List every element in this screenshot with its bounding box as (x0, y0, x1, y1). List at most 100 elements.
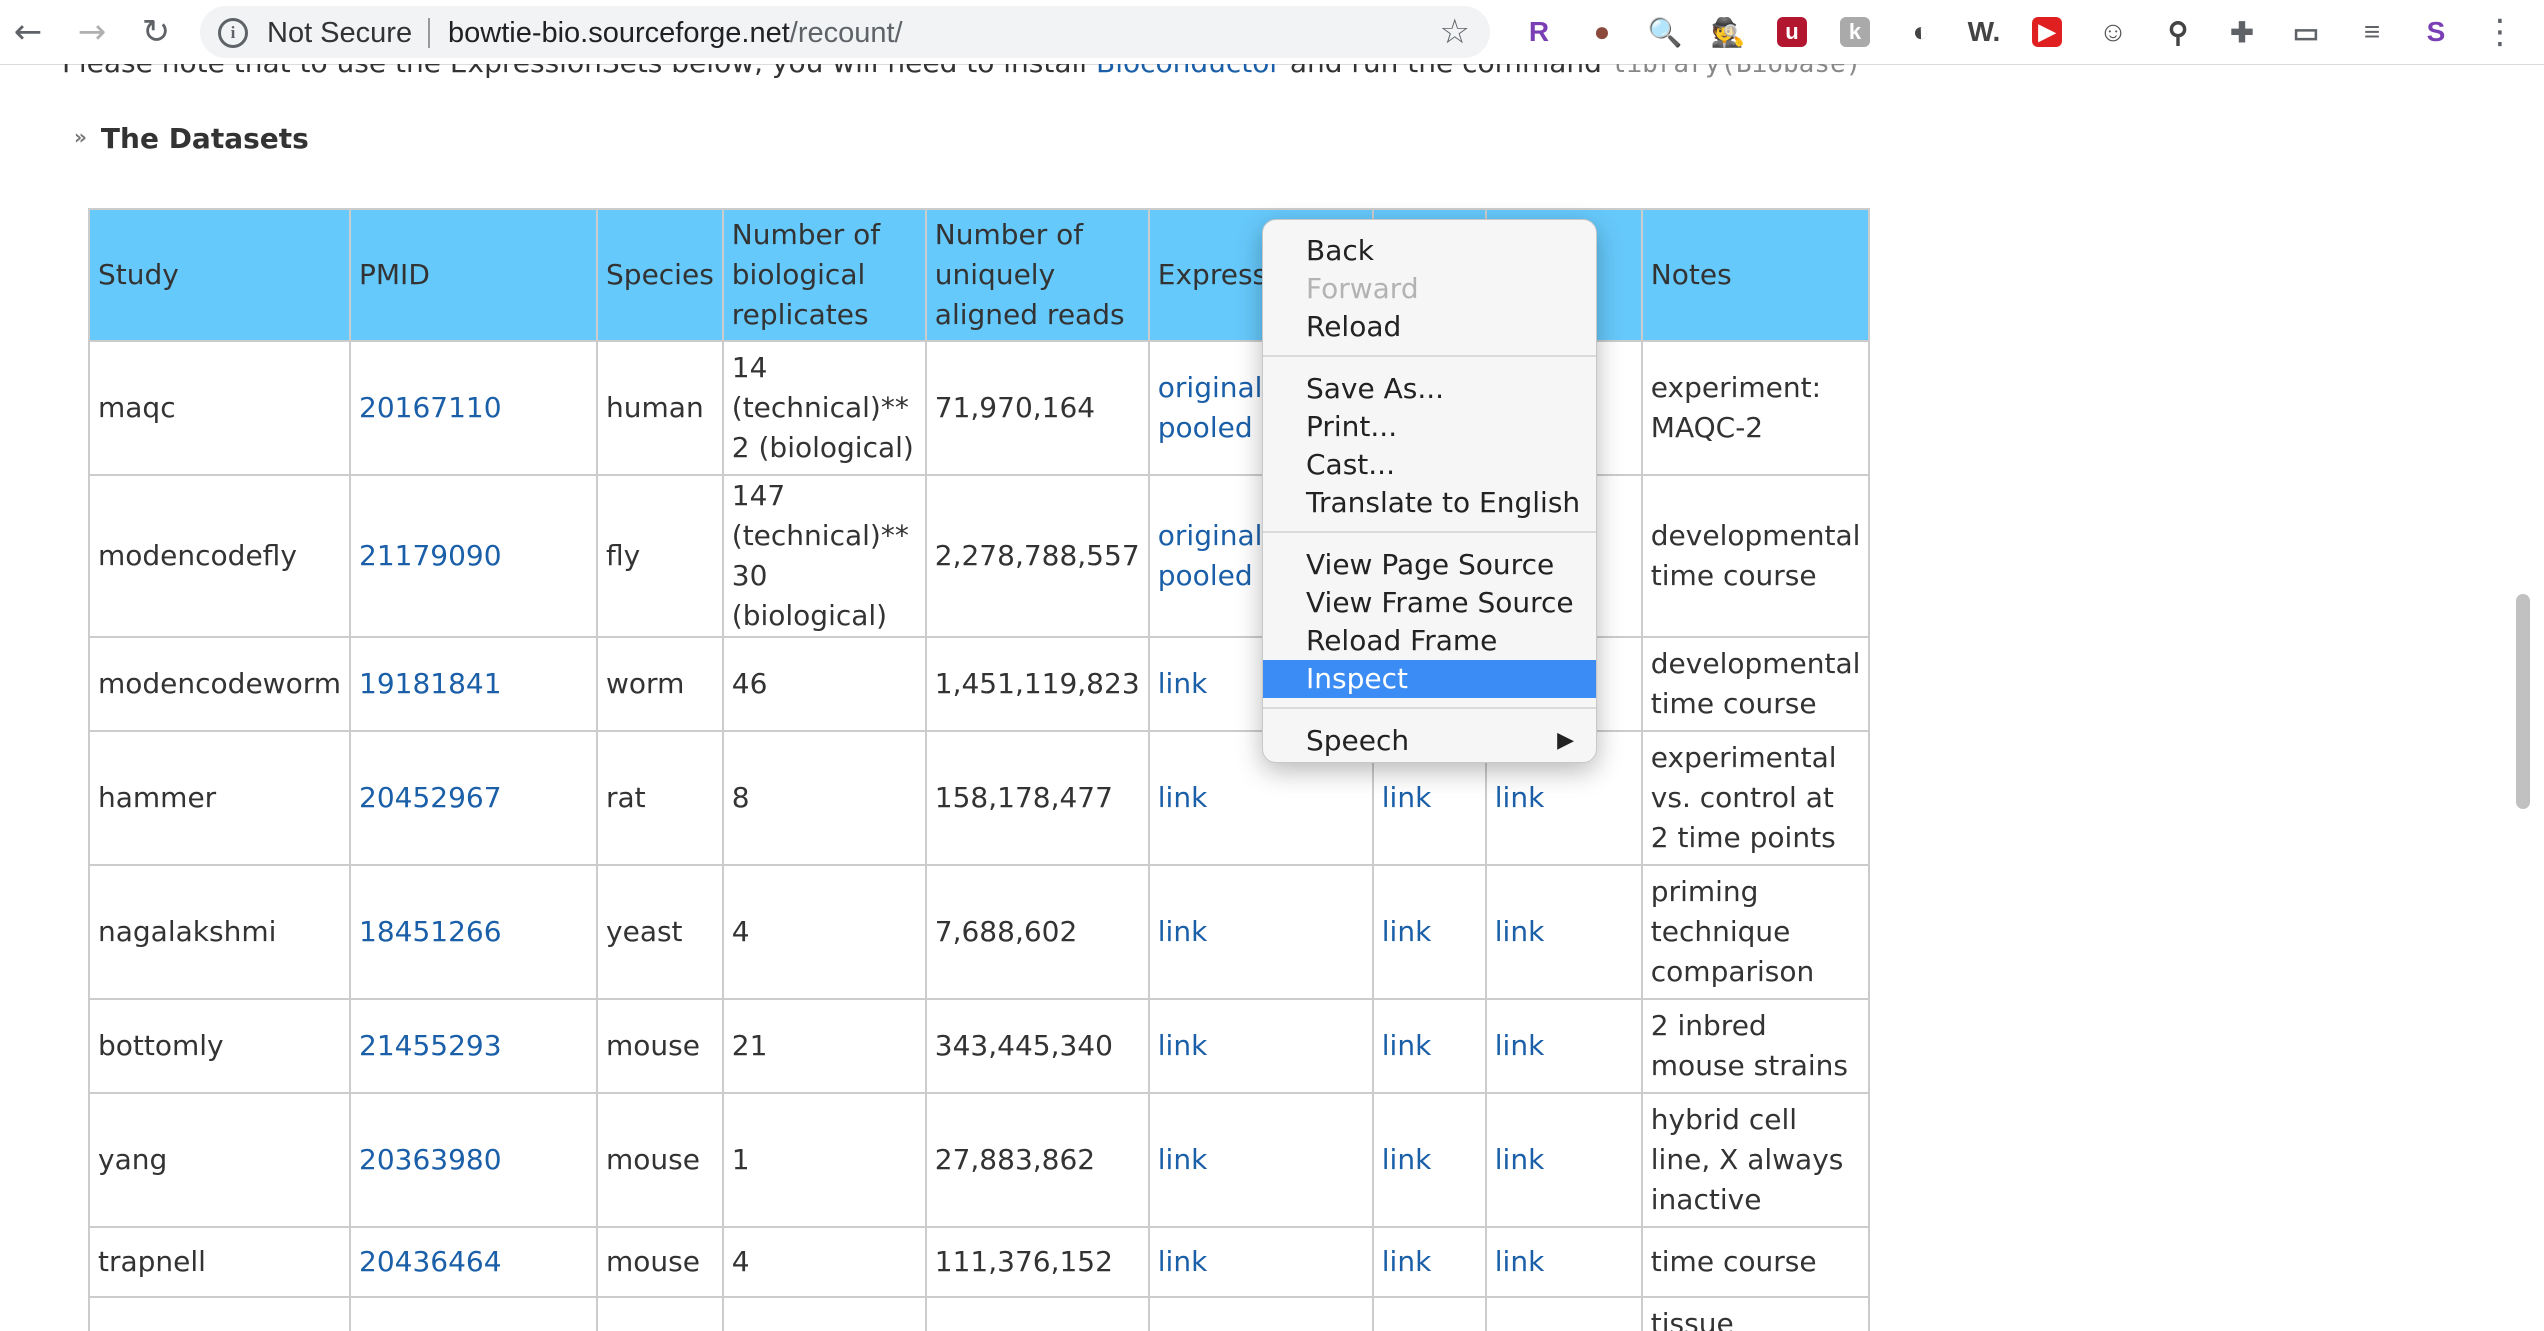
cell-species: mouse (596, 1092, 724, 1228)
youtube-extension-icon[interactable]: ▶ (2032, 17, 2062, 47)
menu-separator (1263, 355, 1596, 357)
back-button[interactable]: ← (4, 8, 52, 56)
info-icon[interactable]: i (218, 18, 248, 48)
expression-link[interactable]: link (1158, 1143, 1208, 1176)
datasets-table: Study PMID Species Number of biological … (87, 208, 1871, 1331)
header-replicates: Number of biological replicates (721, 208, 927, 342)
table-row: nagalakshmi 18451266 yeast 4 7,688,602 link li… (87, 864, 1871, 1000)
pmid-link[interactable]: 18451266 (359, 915, 502, 948)
data-link-b[interactable]: link (1495, 1143, 1545, 1176)
media-queue-icon[interactable]: ≡ (2354, 14, 2390, 50)
menu-item-label: Cast... (1306, 448, 1395, 481)
wikipedia-extension-icon[interactable]: W. (1966, 14, 2002, 50)
pmid-link[interactable]: 20452967 (359, 781, 502, 814)
cell-species: worm (596, 636, 724, 732)
menu-item-label: Save As... (1306, 372, 1445, 405)
expression-link[interactable]: link (1158, 1327, 1208, 1331)
data-link-b[interactable]: link (1495, 1245, 1545, 1278)
expression-pooled-link[interactable]: pooled (1158, 411, 1253, 444)
pmid-link[interactable]: 20363980 (359, 1143, 502, 1176)
expression-link[interactable]: link (1158, 1029, 1208, 1062)
chrome-menu-button[interactable]: ⋮ (2476, 8, 2524, 56)
cell-reads: 61,732,881 (924, 1296, 1150, 1331)
bioconductor-link[interactable]: Bioconductor (1096, 64, 1281, 79)
cell-study: hammer (87, 730, 352, 866)
cell-pmid: 20436464 (349, 1226, 599, 1298)
note-middle: and run the command (1281, 64, 1611, 79)
cast-icon[interactable]: ▭ (2288, 14, 2324, 50)
bookmark-star-icon[interactable]: ☆ (1440, 12, 1470, 52)
pmid-link[interactable]: 21455293 (359, 1029, 502, 1062)
data-link-a[interactable]: link (1382, 1143, 1432, 1176)
forward-button[interactable]: → (68, 8, 116, 56)
data-link-b[interactable]: link (1495, 1029, 1545, 1062)
table-row: mortazavi 18516045 mouse361,732,881 link lin… (87, 1296, 1871, 1331)
cell-study: maqc (87, 340, 352, 476)
menu-item-reload[interactable]: Reload (1263, 308, 1596, 346)
menu-item-view-frame-source[interactable]: View Frame Source (1263, 584, 1596, 622)
cell-link-a: link (1371, 1226, 1487, 1298)
cell-reads: 1,451,119,823 (924, 636, 1150, 732)
cell-replicates: 8 (721, 730, 927, 866)
cell-replicates: 21 (721, 998, 927, 1094)
data-link-a[interactable]: link (1382, 781, 1432, 814)
profile-avatar-icon[interactable]: S (2418, 14, 2454, 50)
table-row: trapnell 20436464 mouse 4 111,376,152 link lin… (87, 1226, 1871, 1298)
url-text[interactable]: bowtie-bio.sourceforge.net/recount/ (448, 17, 903, 50)
table-row: modencodeworm 19181841 worm 46 1,451,119,823… (87, 636, 1871, 732)
pmid-link[interactable]: 18516045 (359, 1327, 502, 1331)
search-extension-icon[interactable]: ⚲ (2160, 14, 2196, 50)
magnifier-doc-extension-icon[interactable]: 🔍 (1647, 14, 1683, 50)
reload-button[interactable]: ↻ (132, 8, 180, 56)
menu-item-reload-frame[interactable]: Reload Frame (1263, 622, 1596, 660)
data-link-a[interactable]: link (1382, 1029, 1432, 1062)
cell-replicates: 4 (721, 864, 927, 1000)
ublock-extension-icon[interactable]: u (1777, 17, 1807, 47)
address-divider (428, 18, 430, 48)
menu-item-back[interactable]: Back (1263, 232, 1596, 270)
cell-link-b: link (1484, 1296, 1643, 1331)
menu-item-print[interactable]: Print... (1263, 408, 1596, 446)
expression-link[interactable]: link (1158, 1245, 1208, 1278)
cell-pmid: 21455293 (349, 998, 599, 1094)
expression-link[interactable]: link (1158, 915, 1208, 948)
menu-item-speech[interactable]: Speech ▶ (1263, 722, 1596, 760)
page-scrollbar[interactable] (2516, 594, 2530, 809)
table-row: maqc 20167110 human 14 (technical)** 2 (bio… (87, 340, 1871, 476)
menu-item-translate[interactable]: Translate to English (1263, 484, 1596, 522)
menu-item-save-as[interactable]: Save As... (1263, 370, 1596, 408)
address-bar[interactable]: i Not Secure bowtie-bio.sourceforge.net/… (200, 6, 1490, 58)
expression-link[interactable]: original (1158, 371, 1263, 404)
cell-pmid: 18451266 (349, 864, 599, 1000)
menu-item-inspect[interactable]: Inspect (1263, 660, 1596, 698)
data-link-b[interactable]: link (1495, 1327, 1545, 1331)
menu-item-view-page-source[interactable]: View Page Source (1263, 546, 1596, 584)
tomato-extension-icon[interactable]: ● (1584, 14, 1620, 50)
puzzle-extensions-icon[interactable]: ✚ (2224, 14, 2260, 50)
expression-pooled-link[interactable]: pooled (1158, 559, 1253, 592)
data-link-a[interactable]: link (1382, 1327, 1432, 1331)
data-link-a[interactable]: link (1382, 1245, 1432, 1278)
cell-notes: priming technique comparison (1640, 864, 1871, 1000)
pmid-link[interactable]: 21179090 (359, 539, 502, 572)
pmid-link[interactable]: 20436464 (359, 1245, 502, 1278)
expression-link[interactable]: link (1158, 781, 1208, 814)
data-link-b[interactable]: link (1495, 781, 1545, 814)
pmid-link[interactable]: 20167110 (359, 391, 502, 424)
note-text: Please note that to use the ExpressionSe… (62, 64, 1096, 79)
spy-extension-icon[interactable]: 🕵 (1710, 14, 1746, 50)
note-code: library(Biobase) (1610, 64, 1862, 79)
circle-extension-icon[interactable]: ◐ (1903, 14, 1939, 50)
pmid-link[interactable]: 19181841 (359, 667, 502, 700)
k-extension-icon[interactable]: k (1840, 17, 1870, 47)
face-extension-icon[interactable]: ☺ (2095, 14, 2131, 50)
cell-study: modencodefly (87, 474, 352, 638)
expression-link[interactable]: original (1158, 519, 1263, 552)
menu-item-cast[interactable]: Cast... (1263, 446, 1596, 484)
r-extension-icon[interactable]: R (1521, 14, 1557, 50)
cell-replicates: 147 (technical)** 30 (biological) (721, 474, 927, 638)
cell-reads: 27,883,862 (924, 1092, 1150, 1228)
data-link-b[interactable]: link (1495, 915, 1545, 948)
data-link-a[interactable]: link (1382, 915, 1432, 948)
expression-link[interactable]: link (1158, 667, 1208, 700)
